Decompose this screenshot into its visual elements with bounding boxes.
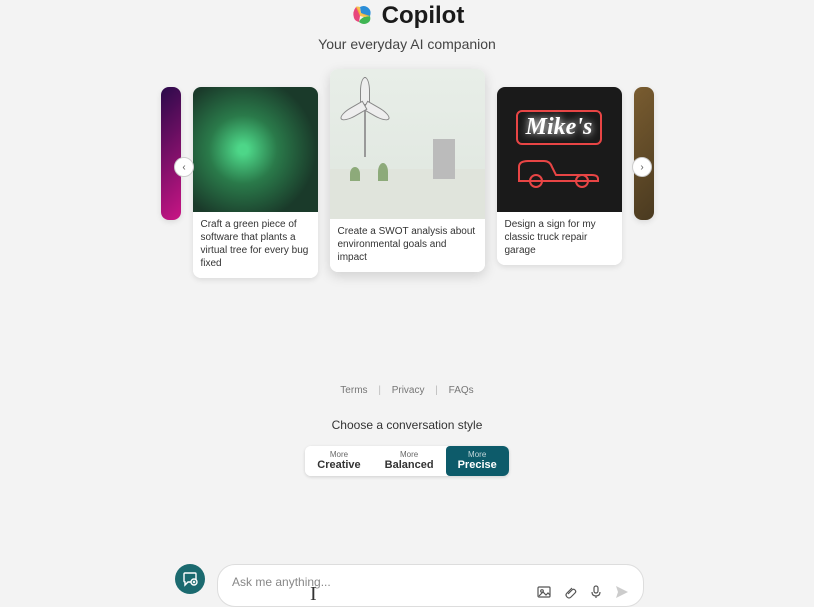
card-caption: Design a sign for my classic truck repai… — [497, 212, 622, 265]
image-search-icon[interactable] — [537, 585, 551, 602]
chat-input-area — [175, 564, 644, 607]
input-toolbar — [537, 585, 629, 602]
suggestion-card[interactable] — [161, 87, 181, 220]
card-image — [193, 87, 318, 212]
app-title: Copilot — [382, 2, 465, 30]
card-list: Craft a green piece of software that pla… — [161, 87, 654, 267]
carousel-prev-button[interactable]: ‹ — [174, 157, 194, 177]
chat-icon — [182, 571, 198, 587]
link-faqs[interactable]: FAQs — [445, 385, 478, 396]
card-caption: Craft a green piece of software that pla… — [193, 212, 318, 278]
card-caption: Create a SWOT analysis about environment… — [330, 219, 485, 272]
suggestion-card[interactable]: Mike's Design a sign for my classic truc… — [497, 87, 622, 265]
suggestion-card[interactable]: Craft a green piece of software that pla… — [193, 87, 318, 278]
suggestion-carousel: ‹ › Craft a green piece of software that… — [0, 87, 814, 267]
footer-links: Terms | Privacy | FAQs — [0, 385, 814, 396]
style-creative-button[interactable]: More Creative — [305, 446, 372, 476]
logo: Copilot — [350, 2, 465, 30]
header: Copilot Your everyday AI companion — [0, 0, 814, 52]
style-balanced-button[interactable]: More Balanced — [373, 446, 446, 476]
neon-sign-text: Mike's — [516, 110, 603, 145]
suggestion-card-active[interactable]: Create a SWOT analysis about environment… — [330, 69, 485, 272]
card-image — [634, 87, 654, 220]
card-image: Mike's — [497, 87, 622, 212]
style-title: Choose a conversation style — [0, 418, 814, 432]
chat-input-box[interactable] — [217, 564, 644, 607]
new-chat-button[interactable] — [175, 564, 205, 594]
attach-icon[interactable] — [563, 585, 577, 602]
truck-icon — [514, 149, 604, 189]
chevron-right-icon: › — [640, 162, 643, 173]
chevron-left-icon: ‹ — [182, 162, 185, 173]
style-button-group: More Creative More Balanced More Precise — [305, 446, 509, 476]
card-image — [330, 69, 485, 219]
app-subtitle: Your everyday AI companion — [318, 36, 496, 52]
conversation-style-section: Choose a conversation style More Creativ… — [0, 418, 814, 476]
suggestion-card[interactable] — [634, 87, 654, 220]
link-terms[interactable]: Terms — [336, 385, 371, 396]
mic-icon[interactable] — [589, 585, 603, 602]
style-precise-button[interactable]: More Precise — [446, 446, 509, 476]
copilot-logo-icon — [350, 4, 374, 28]
carousel-next-button[interactable]: › — [632, 157, 652, 177]
link-privacy[interactable]: Privacy — [388, 385, 429, 396]
send-icon[interactable] — [615, 585, 629, 602]
card-image — [161, 87, 181, 220]
